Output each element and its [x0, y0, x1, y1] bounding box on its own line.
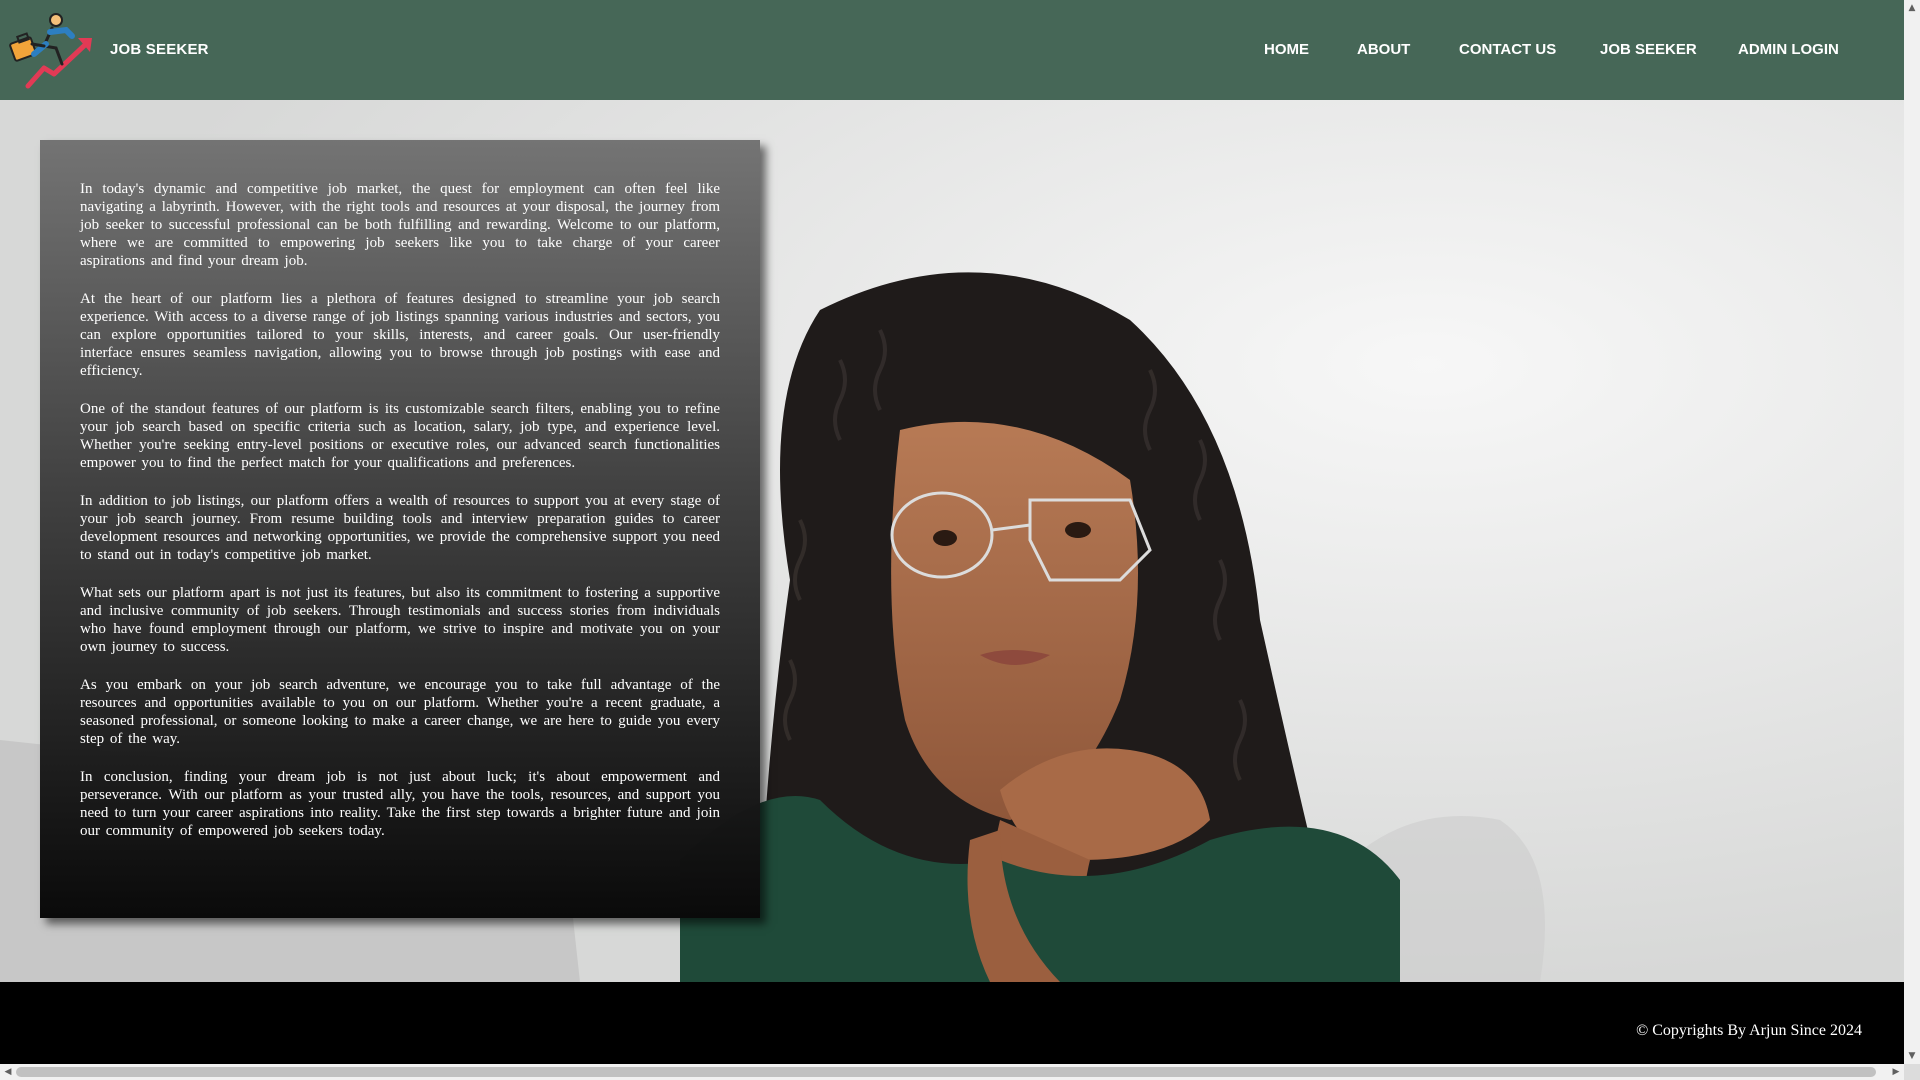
navbar: JOB SEEKER HOME ABOUT CONTACT US JOB SEE…	[0, 0, 1904, 100]
intro-paragraph: One of the standout features of our plat…	[80, 401, 720, 471]
scroll-up-arrow-icon[interactable]: ▲	[1904, 0, 1920, 16]
intro-text-panel: In today's dynamic and competitive job m…	[40, 140, 760, 918]
scroll-right-arrow-icon[interactable]: ▶	[1888, 1064, 1904, 1080]
brand-title[interactable]: JOB SEEKER	[110, 41, 209, 58]
intro-paragraph: In conclusion, finding your dream job is…	[80, 769, 720, 839]
copyright-text: © Copyrights By Arjun Since 2024	[1636, 1022, 1862, 1039]
nav-home[interactable]: HOME	[1264, 41, 1309, 58]
scroll-left-arrow-icon[interactable]: ◀	[0, 1064, 16, 1080]
horizontal-scroll-thumb[interactable]	[16, 1067, 1876, 1077]
nav-about[interactable]: ABOUT	[1357, 41, 1410, 58]
scroll-down-arrow-icon[interactable]: ▼	[1904, 1048, 1920, 1064]
nav-admin-login[interactable]: ADMIN LOGIN	[1738, 41, 1839, 58]
intro-paragraph: What sets our platform apart is not just…	[80, 585, 720, 655]
intro-paragraph: At the heart of our platform lies a plet…	[80, 291, 720, 379]
horizontal-scrollbar[interactable]: ◀ ▶	[0, 1064, 1904, 1080]
intro-paragraph: In addition to job listings, our platfor…	[80, 493, 720, 563]
intro-paragraph: In today's dynamic and competitive job m…	[80, 181, 720, 269]
job-seeker-logo-icon[interactable]	[8, 8, 92, 92]
hero-section: In today's dynamic and competitive job m…	[0, 100, 1904, 982]
footer: © Copyrights By Arjun Since 2024	[0, 982, 1904, 1064]
scrollbar-corner	[1904, 1064, 1920, 1080]
nav-contact-us[interactable]: CONTACT US	[1459, 41, 1556, 58]
intro-paragraph: As you embark on your job search adventu…	[80, 677, 720, 747]
vertical-scrollbar[interactable]: ▲ ▼	[1904, 0, 1920, 1064]
nav-job-seeker[interactable]: JOB SEEKER	[1600, 41, 1697, 58]
